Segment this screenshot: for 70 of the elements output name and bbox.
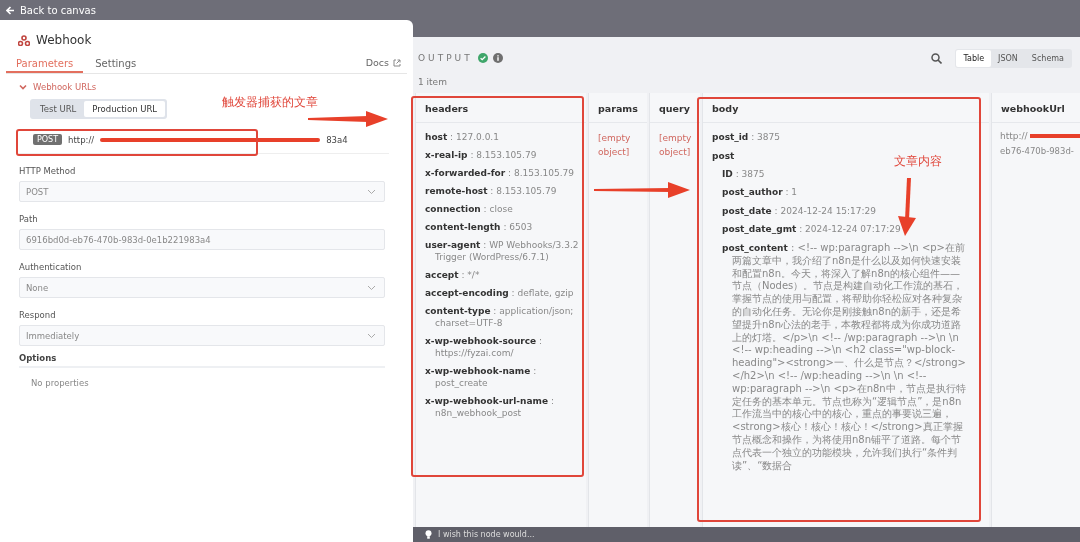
empty-value: [empty object] bbox=[598, 132, 632, 159]
column-header: params bbox=[589, 93, 647, 123]
data-entry: x-wp-webhook-name : post_create bbox=[425, 365, 538, 389]
column-header: webhookUrl bbox=[992, 93, 1080, 123]
external-link-icon bbox=[393, 58, 401, 67]
column-header: query bbox=[650, 93, 700, 123]
data-entry: post_content : <!-- wp:paragraph -->\n <p>在前两篇文章中，我介绍了n8n是什么以及如何快速安装和配置n8n。今天，将深入了解n8n的核心组件——节点（Nodes）。节点是构建自动化工作流的基石，掌握节点的使用与配置，将帮助你轻松应对各种复杂的自动化任务。无论你是刚接触n8n的新手，还是希望提升n8n心法的老手，本教程都将成为你成功道路上的灯塔。</p>\n <!-- /wp:paragraph -->\n \n <!-- wp:heading -->\n <h2 class="wp-block-heading"><strong>一、什么是节点？</strong></h2>\n <!-- /wp:heading -->\n \n <!-- wp:paragraph -->\n <p>在n8n中，节点是执行特定任务的基本单元。节点也称为“逻辑节点”，是n8n工作流当中的核心中的核心，重点的事要说三遍，<strong>核心！核心！核心！</strong>真正掌握节点概念和操作，为将使用n8n铺平了道路。每个节点代表一个独立的功能模块，允许我们执行“条件判读”、“数据合 bbox=[722, 241, 967, 473]
item-count: 1 item bbox=[417, 76, 448, 87]
data-entry: content-length : 6503 bbox=[425, 221, 534, 233]
chevron-down-icon bbox=[367, 284, 376, 291]
url-text: 83a4 bbox=[326, 134, 348, 145]
field-label: Respond bbox=[19, 310, 57, 320]
annotation-text: 文章内容 bbox=[894, 153, 942, 170]
data-key: post bbox=[712, 149, 735, 162]
url-text: http:// bbox=[68, 134, 95, 145]
data-entry: ID : 3875 bbox=[722, 167, 766, 180]
search-icon bbox=[931, 52, 943, 64]
data-entry: remote-host : 8.153.105.79 bbox=[425, 185, 558, 197]
url-toggle-button[interactable]: Production URL bbox=[84, 101, 166, 117]
url-toggle-button[interactable]: Test URL bbox=[32, 101, 85, 117]
view-tab[interactable]: Table bbox=[956, 49, 992, 67]
data-entry: post_id : 3875 bbox=[712, 131, 781, 143]
view-tab[interactable]: JSON bbox=[991, 49, 1025, 67]
input-field[interactable]: 6916bd0d-eb76-470b-983d-0e1b221983a4 bbox=[19, 229, 385, 250]
data-entry: post_date_gmt : 2024-12-24 07:17:29 bbox=[722, 223, 902, 236]
arrow-left-icon bbox=[6, 5, 15, 15]
data-entry: post_author : 1 bbox=[722, 186, 799, 199]
data-entry: post_date : 2024-12-24 15:17:29 bbox=[722, 204, 878, 217]
data-entry: x-wp-webhook-source : https://fyzai.com/ bbox=[425, 335, 544, 359]
select-field[interactable]: None bbox=[19, 277, 385, 298]
data-entry: x-forwarded-for : 8.153.105.79 bbox=[425, 167, 576, 179]
data-entry: content-type : application/json; charset=UTF-8 bbox=[425, 305, 575, 329]
select-field[interactable]: Immediately bbox=[19, 325, 385, 346]
column-header: body bbox=[703, 93, 989, 123]
data-entry: x-wp-webhook-url-name : n8n_webhook_post bbox=[425, 395, 555, 419]
select-field[interactable]: POST bbox=[19, 181, 385, 202]
lightbulb-icon bbox=[425, 530, 432, 539]
data-entry: user-agent : WP Webhooks/3.3.2 Trigger (WordPress/6.7.1) bbox=[425, 239, 580, 263]
output-title: OUTPUT bbox=[418, 53, 473, 63]
redaction-mark bbox=[1029, 134, 1080, 138]
feedback-prompt[interactable]: I wish this node would... bbox=[438, 530, 535, 539]
chevron-down-icon bbox=[367, 332, 376, 339]
field-label: Authentication bbox=[19, 262, 83, 272]
check-circle-icon bbox=[477, 53, 488, 63]
field-label: Path bbox=[19, 214, 39, 224]
data-entry: connection : close bbox=[425, 203, 514, 215]
section-heading: Options bbox=[19, 353, 385, 368]
url-text: eb76-470b-983d- bbox=[1000, 145, 1075, 157]
section-toggle[interactable]: Webhook URLs bbox=[33, 82, 97, 92]
data-entry: host : 127.0.0.1 bbox=[425, 131, 500, 143]
docs-link[interactable]: Docs bbox=[365, 57, 407, 73]
empty-text: No properties bbox=[31, 378, 90, 388]
url-text: http:// bbox=[1000, 131, 1028, 141]
info-icon bbox=[492, 53, 503, 63]
back-link[interactable]: Back to canvas bbox=[6, 4, 96, 16]
field-label: HTTP Method bbox=[19, 166, 77, 176]
annotation-text: 触发器捕获的文章 bbox=[222, 94, 318, 111]
data-entry: accept : */* bbox=[425, 269, 481, 281]
tab[interactable]: Settings bbox=[85, 58, 147, 73]
data-entry: x-real-ip : 8.153.105.79 bbox=[425, 149, 538, 161]
data-entry: accept-encoding : deflate, gzip bbox=[425, 287, 575, 299]
empty-value: [empty object] bbox=[659, 132, 693, 159]
view-tab[interactable]: Schema bbox=[1024, 49, 1071, 67]
column-header: headers bbox=[416, 93, 586, 123]
webhook-icon bbox=[18, 34, 30, 46]
tab[interactable]: Parameters bbox=[6, 58, 84, 73]
annotation-arrow bbox=[898, 178, 916, 236]
method-badge: POST bbox=[33, 134, 63, 145]
panel-title: Webhook bbox=[36, 33, 92, 47]
chevron-down-icon bbox=[367, 188, 376, 195]
